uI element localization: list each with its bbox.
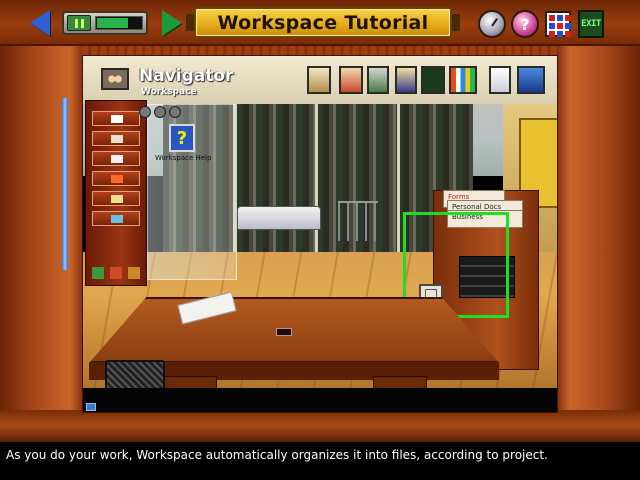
contacts-icon[interactable] <box>395 66 417 94</box>
page-title: Workspace Tutorial <box>217 11 429 34</box>
calculator-icon[interactable] <box>367 66 389 94</box>
navigator-subtitle: Workspace <box>141 87 197 97</box>
notes-icon[interactable] <box>339 66 363 94</box>
workspace-help-label: Workspace Help <box>155 154 212 162</box>
scene-bottom-strip <box>83 388 557 412</box>
help-icon[interactable]: ? <box>511 10 539 38</box>
progress-fill <box>97 18 128 28</box>
workspace-help-icon[interactable]: ? <box>169 124 195 152</box>
title-plate: Workspace Tutorial <box>194 7 452 38</box>
navigator-panel <box>85 100 147 286</box>
help-glyph: ? <box>176 127 188 149</box>
monitor-icon[interactable] <box>517 66 545 94</box>
nav-tool-icon[interactable] <box>128 267 140 279</box>
title-plate-tab-right <box>452 14 460 31</box>
frame-sill <box>0 410 640 442</box>
exit-label: EXIT <box>581 19 601 29</box>
progress-bar <box>95 16 143 30</box>
calendar-icon[interactable] <box>307 66 331 94</box>
move-icon[interactable] <box>154 106 166 118</box>
clock-icon[interactable] <box>478 10 506 38</box>
nav-tool-icon[interactable] <box>92 267 104 279</box>
help-glyph: ? <box>520 15 530 34</box>
phone-icon[interactable] <box>489 66 511 94</box>
window-mullion <box>315 104 318 254</box>
desk[interactable] <box>89 297 499 363</box>
grid-icon[interactable] <box>545 11 571 37</box>
nav-button-2[interactable] <box>92 131 140 146</box>
caption-bar: As you do your work, Workspace automatic… <box>0 442 640 480</box>
frame-right-pillar <box>558 46 640 442</box>
arrow-left-icon[interactable] <box>30 10 50 36</box>
nav-button-4[interactable] <box>92 171 140 186</box>
sofa <box>237 206 321 230</box>
nav-button-3[interactable] <box>92 151 140 166</box>
nav-button-1[interactable] <box>92 111 140 126</box>
corner-button[interactable] <box>86 403 96 411</box>
nav-button-6[interactable] <box>92 211 140 226</box>
nav-tool-icon[interactable] <box>110 267 122 279</box>
playback-control <box>62 11 148 35</box>
floppy-disk[interactable] <box>276 328 292 336</box>
frame-left-pillar <box>0 46 82 442</box>
nav-button-5[interactable] <box>92 191 140 206</box>
charts-icon[interactable] <box>421 66 445 94</box>
workspace-scene: Forms Personal Docs Business Navigator W… <box>82 55 558 413</box>
navigator-tools <box>139 106 183 120</box>
navigator-title: Navigator <box>139 66 234 86</box>
caption-text: As you do your work, Workspace automatic… <box>6 448 548 462</box>
tutorial-toolbar: Workspace Tutorial ? EXIT <box>0 0 640 46</box>
arrow-right-icon[interactable] <box>162 10 182 36</box>
pause-icon[interactable] <box>67 15 91 31</box>
window-mullion <box>397 104 400 254</box>
navigator-logo-icon[interactable] <box>101 68 129 90</box>
exit-button[interactable]: EXIT <box>578 10 604 38</box>
wrench-icon[interactable] <box>169 106 181 118</box>
hand-icon[interactable] <box>139 106 151 118</box>
stair-rail <box>338 201 378 241</box>
book-icon[interactable] <box>449 66 477 94</box>
title-plate-tab-left <box>186 14 194 31</box>
scroll-indicator[interactable] <box>62 98 68 270</box>
